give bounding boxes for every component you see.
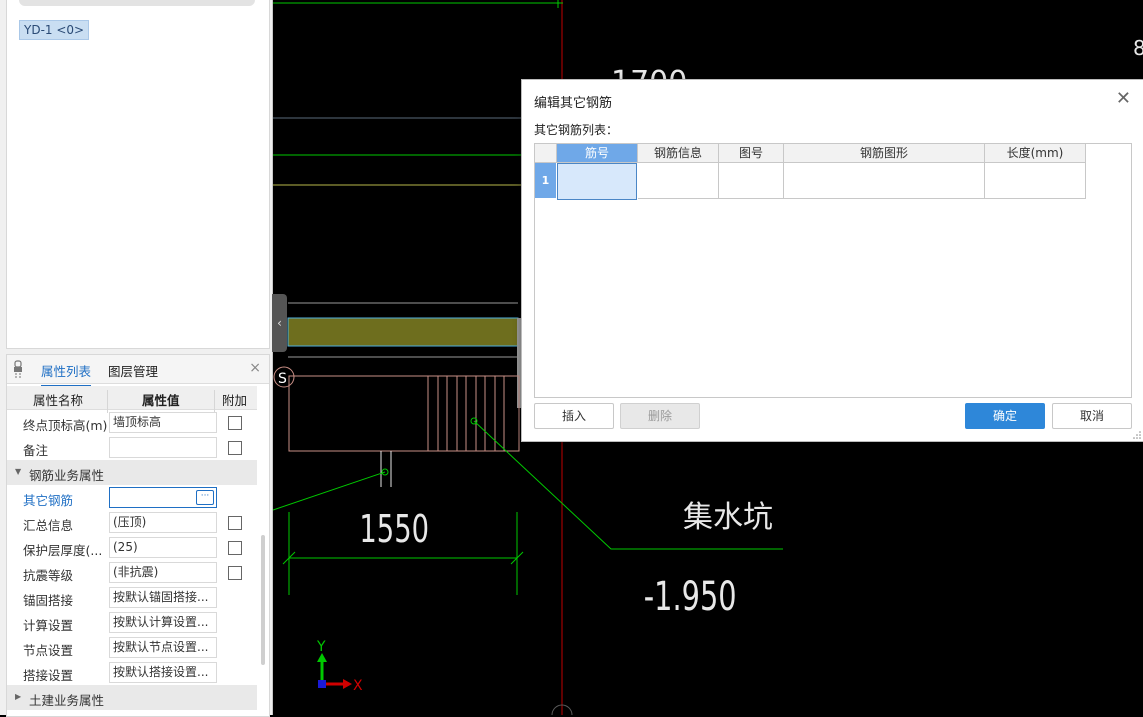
- top-slab: [287, 317, 519, 347]
- property-name: 汇总信息: [23, 518, 74, 533]
- pin-icon[interactable]: [13, 360, 23, 378]
- extra-checkbox[interactable]: [228, 541, 242, 555]
- property-panel: 属性列表 图层管理 × 属性名称 属性值 附加 终点顶标高(m) 墙顶标高 备注 ▼ 钢…: [6, 354, 270, 717]
- property-name: 计算设置: [23, 618, 74, 633]
- property-value: 按默认搭接设置...: [113, 665, 209, 679]
- property-section[interactable]: ▼ 钢筋业务属性: [7, 460, 257, 485]
- property-row[interactable]: 备注: [7, 435, 257, 460]
- property-value-field[interactable]: 按默认计算设置...: [109, 612, 217, 633]
- dialog-title: 编辑其它钢筋: [534, 96, 613, 111]
- property-value-field[interactable]: (非抗震): [109, 562, 217, 583]
- axis-label-y: Y: [316, 639, 326, 655]
- property-row[interactable]: 锚固搭接 按默认锚固搭接...: [7, 585, 257, 610]
- column-header-bar-no[interactable]: 筋号: [557, 144, 638, 163]
- property-tab-bar: 属性列表 图层管理 ×: [7, 355, 269, 387]
- component-item-yd1[interactable]: YD-1 <0>: [19, 20, 90, 40]
- insert-button[interactable]: 插入: [534, 403, 614, 429]
- left-panel: YD-1 <0> 属性列表 图层管理 × 属性名称 属性值 附加 终点顶标高(m…: [0, 0, 287, 717]
- property-row[interactable]: 汇总信息 (压顶): [7, 510, 257, 535]
- ellipsis-button[interactable]: ···: [196, 490, 214, 505]
- tab-property-list[interactable]: 属性列表: [41, 361, 92, 387]
- property-value-field[interactable]: 按默认锚固搭接...: [109, 587, 217, 608]
- extra-checkbox[interactable]: [228, 441, 242, 455]
- s-marker-text: S: [278, 371, 287, 387]
- elevation-text: -1.950: [644, 574, 737, 620]
- property-name: 搭接设置: [23, 668, 74, 683]
- property-row[interactable]: 搭接设置 按默认搭接设置...: [7, 660, 257, 685]
- property-name: 土建业务属性: [29, 693, 105, 708]
- property-name: 备注: [23, 443, 49, 458]
- property-value-field[interactable]: 按默认节点设置...: [109, 637, 217, 658]
- property-row[interactable]: 终点顶标高(m) 墙顶标高: [7, 410, 257, 435]
- axis-origin: [318, 680, 326, 688]
- extra-checkbox[interactable]: [228, 416, 242, 430]
- x-axis-head: [343, 679, 352, 689]
- property-value: (压顶): [113, 515, 147, 529]
- close-icon[interactable]: ✕: [1116, 88, 1131, 109]
- component-list-item-partial[interactable]: [19, 0, 255, 6]
- expand-right-icon[interactable]: ▶: [15, 692, 21, 701]
- property-value-field[interactable]: 按默认搭接设置...: [109, 662, 217, 683]
- extra-checkbox[interactable]: [228, 516, 242, 530]
- property-row[interactable]: 保护层厚度(... (25): [7, 535, 257, 560]
- property-value: 按默认锚固搭接...: [113, 590, 209, 604]
- property-section[interactable]: ▶ 土建业务属性: [7, 685, 257, 710]
- property-name: 抗震等级: [23, 568, 74, 583]
- property-value-field[interactable]: ···: [109, 487, 217, 508]
- property-value: (非抗震): [113, 565, 159, 579]
- rebar-list-label: 其它钢筋列表：: [534, 123, 619, 137]
- dim-text-1550: 1550: [359, 506, 429, 551]
- property-name: 锚固搭接: [23, 593, 74, 608]
- property-value-field[interactable]: [109, 437, 217, 458]
- dim-text-8: 8: [1133, 36, 1143, 60]
- leader-line: [273, 471, 386, 511]
- rebar-grid: 筋号 钢筋信息 图号 钢筋图形 长度(mm) 1: [534, 143, 1132, 398]
- delete-button[interactable]: 删除: [620, 403, 700, 429]
- column-header-name: 属性名称: [33, 393, 84, 408]
- component-list: YD-1 <0>: [6, 0, 270, 349]
- property-value-field[interactable]: (压顶): [109, 512, 217, 533]
- stair-outline: [427, 375, 520, 452]
- property-name: 其它钢筋: [23, 493, 74, 508]
- property-value: 按默认计算设置...: [113, 615, 209, 629]
- cell-bar-no[interactable]: [557, 163, 637, 200]
- axis-label-x: X: [353, 678, 363, 694]
- column-header-length[interactable]: 长度(mm): [985, 144, 1086, 163]
- pit-label: 集水坑: [683, 500, 773, 535]
- close-icon[interactable]: ×: [249, 360, 261, 376]
- resize-grip-icon[interactable]: [1133, 431, 1141, 439]
- edit-other-rebar-dialog: 编辑其它钢筋 ✕ 其它钢筋列表： 筋号 钢筋信息 图号 钢筋图形 长度(mm) …: [521, 79, 1143, 442]
- column-header-rebar-info[interactable]: 钢筋信息: [638, 144, 719, 163]
- cancel-button[interactable]: 取消: [1052, 403, 1132, 429]
- row-number[interactable]: 1: [535, 163, 556, 198]
- ok-button[interactable]: 确定: [965, 403, 1045, 429]
- property-value-field[interactable]: 墙顶标高: [109, 412, 217, 433]
- property-name: 终点顶标高(m): [23, 418, 108, 433]
- property-name: 节点设置: [23, 643, 74, 658]
- property-name: 保护层厚度(...: [23, 543, 103, 558]
- property-name: 钢筋业务属性: [29, 468, 105, 483]
- column-header-extra: 附加: [222, 393, 248, 408]
- cell-rebar-info[interactable]: [638, 163, 719, 199]
- property-value: (25): [113, 540, 138, 554]
- tab-layer-management[interactable]: 图层管理: [108, 361, 158, 380]
- cell-rebar-shape[interactable]: [784, 163, 985, 199]
- cell-figure-no[interactable]: [719, 163, 784, 199]
- column-header-figure-no[interactable]: 图号: [719, 144, 784, 163]
- property-value: 墙顶标高: [113, 415, 162, 429]
- property-row[interactable]: 计算设置 按默认计算设置...: [7, 610, 257, 635]
- property-row[interactable]: 节点设置 按默认节点设置...: [7, 635, 257, 660]
- extra-checkbox[interactable]: [228, 566, 242, 580]
- property-table-header: 属性名称 属性值 附加: [7, 386, 257, 413]
- property-value: 按默认节点设置...: [113, 640, 209, 654]
- grid-corner[interactable]: [535, 144, 557, 163]
- property-row[interactable]: 抗震等级 (非抗震): [7, 560, 257, 585]
- expand-down-icon[interactable]: ▼: [15, 467, 21, 476]
- column-header-value: 属性值: [142, 393, 180, 408]
- property-value-field[interactable]: (25): [109, 537, 217, 558]
- scrollbar[interactable]: [261, 535, 265, 665]
- property-row[interactable]: 其它钢筋 ···: [7, 485, 257, 510]
- cell-length[interactable]: [985, 163, 1086, 199]
- column-header-rebar-shape[interactable]: 钢筋图形: [784, 144, 985, 163]
